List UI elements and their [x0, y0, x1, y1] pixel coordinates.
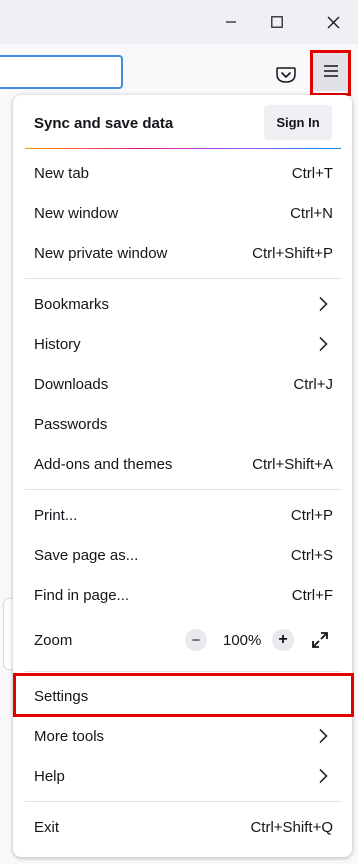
zoom-label: Zoom: [34, 632, 72, 649]
sync-section: Sync and save data Sign In: [13, 95, 352, 148]
menu-item-shortcut: Ctrl+F: [292, 587, 333, 604]
app-menu-button[interactable]: [313, 51, 349, 91]
menu-item-settings[interactable]: Settings: [13, 676, 352, 716]
chevron-right-icon: [318, 728, 328, 744]
zoom-in-icon: +: [278, 632, 287, 648]
chevron-right-icon: [318, 296, 328, 312]
menu-item-label: Downloads: [34, 376, 108, 393]
chevron-right-icon: [318, 336, 328, 352]
menu-item-label: Save page as...: [34, 547, 138, 564]
menu-item-label: Help: [34, 768, 65, 785]
menu-item-shortcut: Ctrl+S: [291, 547, 333, 564]
maximize-button[interactable]: [254, 0, 300, 44]
menu-item-label: Find in page...: [34, 587, 129, 604]
menu-item-label: Passwords: [34, 416, 107, 433]
zoom-in-button[interactable]: +: [272, 629, 294, 651]
menu-item-exit[interactable]: Exit Ctrl+Shift+Q: [13, 807, 352, 847]
minimize-button[interactable]: [208, 0, 254, 44]
menu-separator: [25, 671, 341, 672]
zoom-out-button[interactable]: −: [185, 629, 207, 651]
menu-item-label: History: [34, 336, 81, 353]
zoom-out-icon: −: [192, 633, 201, 648]
fullscreen-icon[interactable]: [310, 630, 330, 650]
app-menu-panel: Sync and save data Sign In New tab Ctrl+…: [13, 95, 352, 857]
maximize-icon: [271, 16, 283, 28]
menu-item-label: Settings: [34, 688, 88, 705]
menu-item-label: More tools: [34, 728, 104, 745]
menu-item-label: Print...: [34, 507, 77, 524]
menu-item-shortcut: Ctrl+N: [290, 205, 333, 222]
menu-item-label: Exit: [34, 819, 59, 836]
zoom-level[interactable]: 100%: [223, 632, 261, 649]
menu-item-new-private-window[interactable]: New private window Ctrl+Shift+P: [13, 233, 352, 273]
menu-item-find-in-page[interactable]: Find in page... Ctrl+F: [13, 575, 352, 615]
sign-in-button[interactable]: Sign In: [264, 105, 332, 140]
menu-separator: [25, 489, 341, 490]
menu-item-bookmarks[interactable]: Bookmarks: [13, 284, 352, 324]
menu-item-more-tools[interactable]: More tools: [13, 716, 352, 756]
menu-item-shortcut: Ctrl+J: [293, 376, 333, 393]
menu-item-new-tab[interactable]: New tab Ctrl+T: [13, 153, 352, 193]
menu-item-label: Add-ons and themes: [34, 456, 172, 473]
menu-item-label: Bookmarks: [34, 296, 109, 313]
url-bar[interactable]: [0, 55, 123, 89]
menu-item-shortcut: Ctrl+Shift+Q: [250, 819, 333, 836]
close-window-button[interactable]: [310, 0, 356, 44]
menu-item-history[interactable]: History: [13, 324, 352, 364]
menu-item-shortcut: Ctrl+Shift+A: [252, 456, 333, 473]
close-icon: [327, 16, 340, 29]
sync-label: Sync and save data: [34, 115, 173, 132]
menu-item-addons[interactable]: Add-ons and themes Ctrl+Shift+A: [13, 444, 352, 484]
menu-item-new-window[interactable]: New window Ctrl+N: [13, 193, 352, 233]
title-bar: [0, 0, 358, 44]
pocket-icon: [275, 64, 297, 86]
sync-divider: [25, 148, 341, 149]
minimize-icon: [225, 16, 237, 28]
menu-item-zoom: Zoom − 100% +: [13, 620, 352, 660]
menu-separator: [25, 278, 341, 279]
menu-item-label: New window: [34, 205, 118, 222]
menu-item-shortcut: Ctrl+P: [291, 507, 333, 524]
menu-item-help[interactable]: Help: [13, 756, 352, 796]
chevron-right-icon: [318, 768, 328, 784]
menu-item-shortcut: Ctrl+Shift+P: [252, 245, 333, 262]
menu-item-save-page[interactable]: Save page as... Ctrl+S: [13, 535, 352, 575]
menu-item-label: New tab: [34, 165, 89, 182]
hamburger-menu-icon: [323, 64, 339, 78]
menu-item-print[interactable]: Print... Ctrl+P: [13, 495, 352, 535]
pocket-button[interactable]: [275, 64, 297, 86]
menu-separator: [25, 801, 341, 802]
menu-item-downloads[interactable]: Downloads Ctrl+J: [13, 364, 352, 404]
menu-item-shortcut: Ctrl+T: [292, 165, 333, 182]
menu-item-passwords[interactable]: Passwords: [13, 404, 352, 444]
menu-item-label: New private window: [34, 245, 167, 262]
